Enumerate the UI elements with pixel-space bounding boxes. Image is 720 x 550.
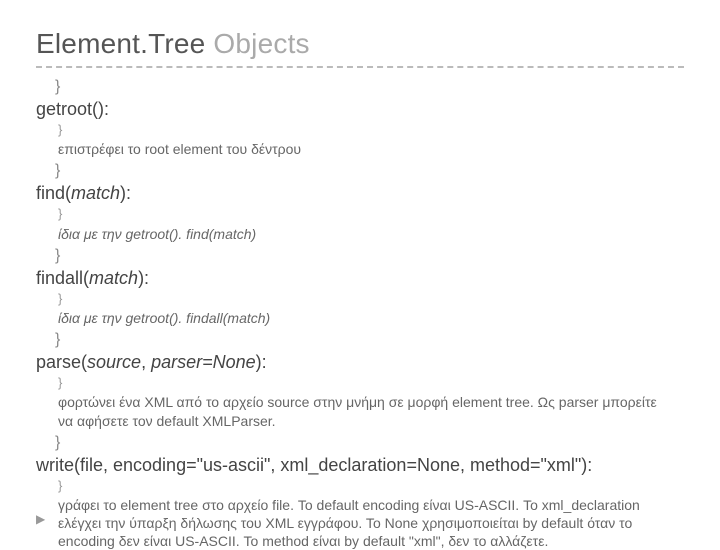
bullet-icon: } <box>55 434 69 452</box>
list-item: } find(match): } ίδια με την getroot(). … <box>36 162 684 242</box>
method-list: } getroot(): } επιστρέφει το root elemen… <box>36 78 684 550</box>
bullet-icon: } <box>58 122 72 139</box>
method-name: find(match): <box>36 183 668 204</box>
list-item: } γράφει το element tree στο αρχείο file… <box>58 478 684 550</box>
method-desc: επιστρέφει το root element του δέντρου <box>58 140 668 158</box>
method-desc: ίδια με την getroot(). find(match) <box>58 225 668 243</box>
list-item: } επιστρέφει το root element του δέντρου <box>58 122 684 158</box>
list-item: } ίδια με την getroot(). find(match) <box>58 206 684 242</box>
bullet-icon: } <box>58 478 72 495</box>
slide-title: Element.Tree Objects <box>36 28 684 68</box>
list-item: } findall(match): } ίδια με την getroot(… <box>36 247 684 327</box>
bullet-icon: } <box>55 247 69 265</box>
bullet-icon: } <box>58 291 72 308</box>
list-item: } getroot(): } επιστρέφει το root elemen… <box>36 78 684 158</box>
bullet-icon: } <box>58 206 72 223</box>
bullet-icon: } <box>55 162 69 180</box>
list-item: } write(file, encoding="us-ascii", xml_d… <box>36 434 684 550</box>
method-desc: ίδια με την getroot(). findall(match) <box>58 309 668 327</box>
list-item: } φορτώνει ένα XML από το αρχείο source … <box>58 375 684 430</box>
method-name: getroot(): <box>36 99 668 120</box>
method-desc: γράφει το element tree στο αρχείο file. … <box>58 496 668 550</box>
list-item: } ίδια με την getroot(). findall(match) <box>58 291 684 327</box>
list-item: } parse(source, parser=None): } φορτώνει… <box>36 331 684 430</box>
title-text-2: Objects <box>213 28 309 59</box>
method-name: findall(match): <box>36 268 668 289</box>
title-text-1: Element.Tree <box>36 28 213 59</box>
slide-marker-icon: ▶ <box>36 512 45 526</box>
method-desc: φορτώνει ένα XML από το αρχείο source στ… <box>58 393 668 429</box>
bullet-icon: } <box>55 78 69 96</box>
bullet-icon: } <box>58 375 72 392</box>
method-name: write(file, encoding="us-ascii", xml_dec… <box>36 455 668 476</box>
bullet-icon: } <box>55 331 69 349</box>
method-name: parse(source, parser=None): <box>36 352 668 373</box>
